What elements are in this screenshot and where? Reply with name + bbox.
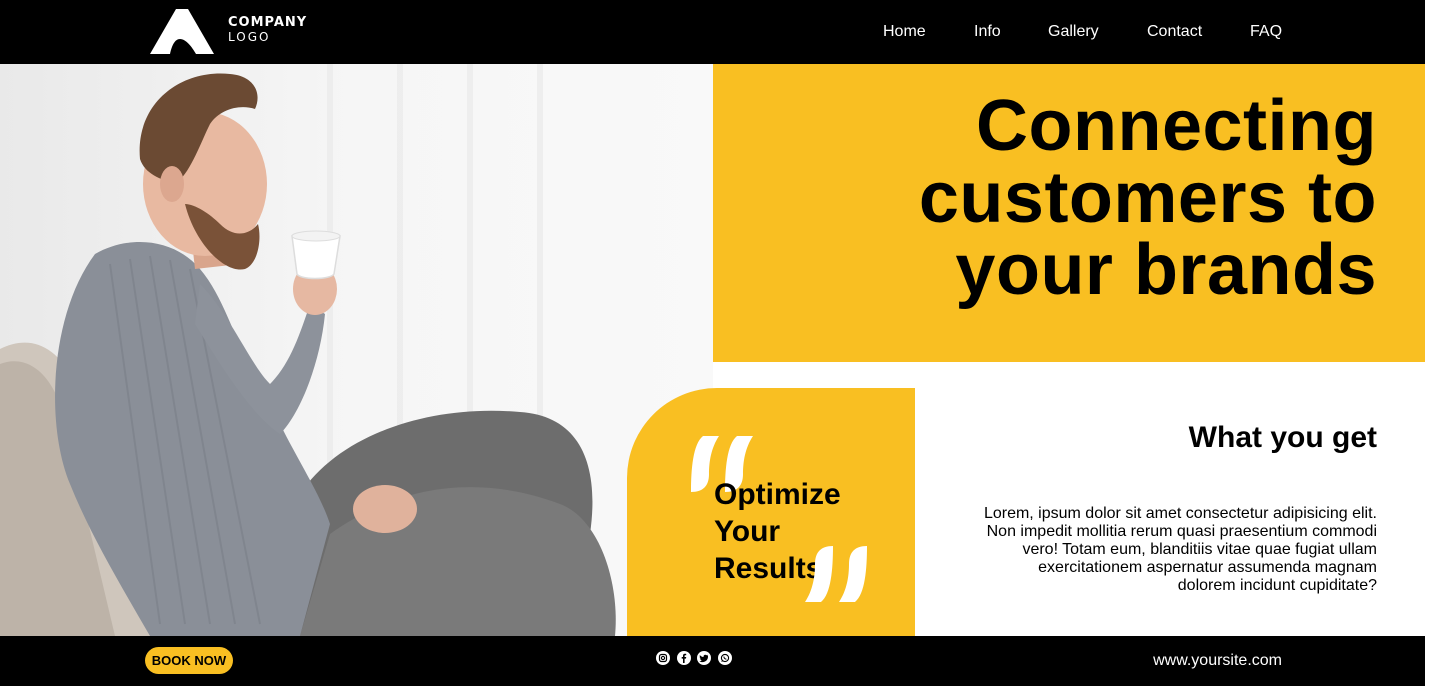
nav-gallery[interactable]: Gallery [1048, 22, 1099, 42]
what-you-get-body: Lorem, ipsum dolor sit amet consectetur … [983, 505, 1377, 594]
nav-info[interactable]: Info [974, 22, 1001, 42]
facebook-icon[interactable] [677, 651, 691, 665]
hero-photo [0, 64, 713, 636]
nav-faq[interactable]: FAQ [1250, 22, 1282, 42]
scrollbar-track[interactable] [1425, 0, 1440, 686]
hero-banner: Connecting customers to your brands [713, 64, 1425, 362]
logo-line-logo: LOGO [228, 30, 271, 44]
logo-line-company: COMPANY [228, 15, 308, 30]
nav-home[interactable]: Home [883, 22, 926, 42]
nav-contact[interactable]: Contact [1147, 22, 1202, 42]
hero-headline: Connecting customers to your brands [737, 90, 1377, 306]
landing-page: COMPANY LOGO Home Info Gallery Contact F… [0, 0, 1440, 686]
quote-card: Optimize Your Results [627, 388, 915, 636]
close-quote-icon [805, 546, 867, 602]
book-now-button[interactable]: BOOK NOW [145, 647, 233, 674]
whatsapp-icon[interactable] [718, 651, 732, 665]
man-with-coffee-illustration [0, 64, 713, 636]
hero-headline-line-3: your brands [955, 230, 1377, 310]
company-logo-icon [150, 9, 214, 54]
instagram-icon[interactable] [656, 651, 670, 665]
hero-headline-line-2: customers to [918, 158, 1377, 238]
hero-headline-line-1: Connecting [976, 86, 1377, 166]
twitter-icon[interactable] [697, 651, 711, 665]
quote-line-1: Optimize [714, 478, 841, 511]
company-logo-text: COMPANY LOGO [228, 15, 307, 45]
website-url: www.yoursite.com [1153, 652, 1282, 669]
top-navbar: COMPANY LOGO Home Info Gallery Contact F… [0, 0, 1425, 64]
what-you-get-heading: What you get [1188, 421, 1377, 454]
